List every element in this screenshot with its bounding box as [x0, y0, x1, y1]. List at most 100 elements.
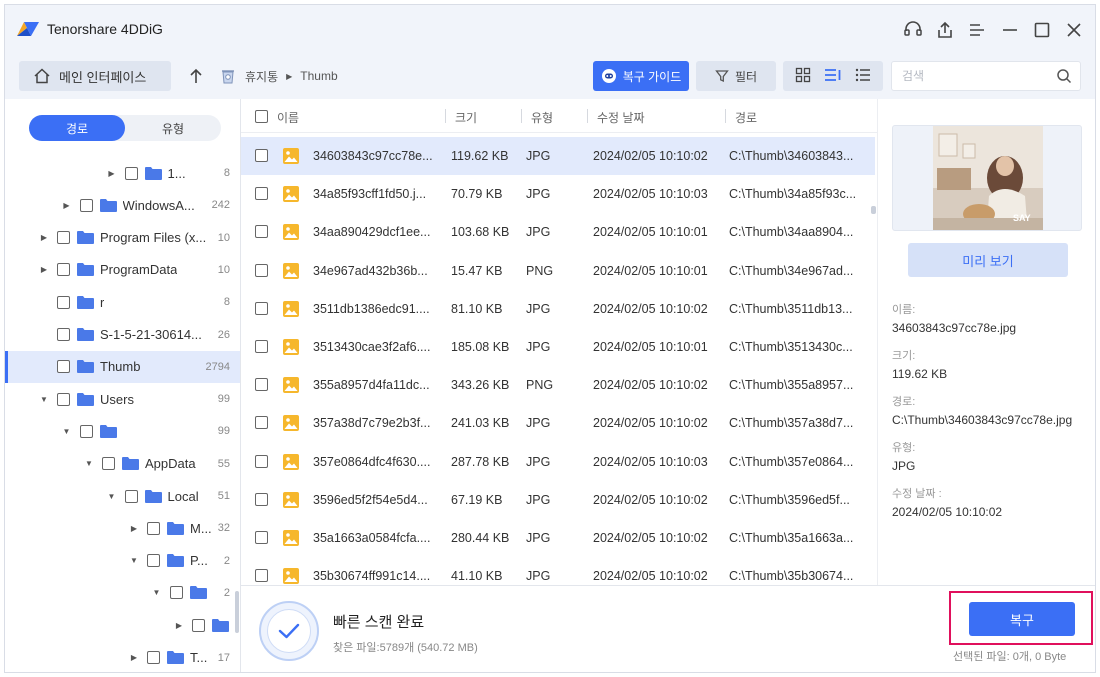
expand-arrow-icon[interactable]: ▶ [129, 523, 139, 533]
list-view-icon[interactable] [855, 67, 871, 86]
row-checkbox[interactable] [255, 378, 268, 392]
tree-item[interactable]: ▼ Local 51 [5, 480, 240, 512]
expand-arrow-icon[interactable]: ▶ [39, 233, 49, 243]
column-divider[interactable] [445, 109, 446, 123]
tree-item[interactable]: ▶ M... 32 [5, 512, 240, 544]
row-checkbox[interactable] [255, 225, 268, 239]
tree-item-checkbox[interactable] [147, 554, 160, 568]
row-checkbox[interactable] [255, 416, 268, 430]
tree-item-checkbox[interactable] [102, 457, 115, 471]
tree-item-checkbox[interactable] [124, 489, 138, 503]
table-row[interactable]: 357a38d7c79e2b3f... 241.03 KB JPG 2024/02/0… [241, 404, 875, 442]
up-arrow-icon[interactable] [185, 65, 207, 87]
maximize-icon[interactable] [1030, 18, 1054, 42]
tree-item[interactable]: ▼ 99 [5, 415, 240, 447]
tree-item-checkbox[interactable] [57, 295, 70, 309]
tree-item[interactable]: r8 [5, 286, 240, 318]
tree-item[interactable]: Thumb 2794 [5, 350, 240, 383]
collapse-arrow-icon[interactable]: ▼ [152, 588, 162, 598]
expand-arrow-icon[interactable]: ▶ [107, 168, 117, 178]
row-checkbox[interactable] [255, 492, 268, 506]
collapse-arrow-icon[interactable]: ▼ [39, 394, 49, 404]
tree-item-checkbox[interactable] [192, 618, 205, 632]
tree-item-checkbox[interactable] [124, 166, 138, 180]
column-date[interactable]: 수정 날짜 [597, 109, 645, 126]
menu-icon[interactable] [965, 18, 989, 42]
tree-item-checkbox[interactable] [57, 231, 70, 245]
tree-item-checkbox[interactable] [57, 360, 70, 374]
tab-type[interactable]: 유형 [125, 115, 221, 141]
tree-item[interactable]: ▼ P... 2 [5, 545, 240, 577]
row-checkbox[interactable] [255, 454, 268, 468]
file-list-scrollbar[interactable] [871, 206, 876, 214]
tree-item-checkbox[interactable] [57, 392, 70, 406]
breadcrumb-item-recycle-bin[interactable]: 휴지통 [245, 68, 278, 85]
home-button[interactable]: 메인 인터페이스 [19, 61, 171, 91]
table-row[interactable]: 35b30674ff991c14.... 41.10 KB JPG 2024/02/0… [241, 557, 875, 585]
tree-item-checkbox[interactable] [147, 651, 160, 664]
column-divider[interactable] [521, 109, 522, 123]
tree-item[interactable]: ▶ T... 17 [5, 642, 240, 673]
column-size[interactable]: 크기 [455, 109, 477, 126]
expand-arrow-icon[interactable]: ▶ [129, 653, 139, 663]
column-name[interactable]: 이름 [277, 109, 299, 126]
tree-item[interactable]: ▶ ProgramData 10 [5, 254, 240, 286]
row-checkbox[interactable] [255, 301, 268, 315]
detail-view-icon[interactable] [824, 67, 842, 86]
tree-item[interactable]: S-1-5-21-30614... 26 [5, 319, 240, 351]
row-checkbox[interactable] [255, 263, 268, 277]
table-row[interactable]: 35a1663a0584fcfa.... 280.44 KB JPG 2024/02/… [241, 519, 875, 557]
table-row[interactable]: 34603843c97cc78e... 119.62 KB JPG 2024/02/0… [241, 137, 875, 175]
close-icon[interactable] [1062, 18, 1086, 42]
filter-button[interactable]: 필터 [696, 61, 776, 91]
expand-arrow-icon[interactable]: ▶ [39, 265, 49, 275]
select-all-checkbox[interactable] [255, 110, 268, 123]
collapse-arrow-icon[interactable]: ▼ [129, 556, 139, 566]
tree-item[interactable]: ▶ 1... 8 [5, 157, 240, 189]
tab-path[interactable]: 경로 [29, 115, 125, 141]
column-divider[interactable] [587, 109, 588, 123]
table-row[interactable]: 3511db1386edc91.... 81.10 KB JPG 2024/02/05… [241, 290, 875, 328]
collapse-arrow-icon[interactable]: ▼ [84, 459, 94, 469]
support-icon[interactable] [901, 18, 925, 42]
tree-item[interactable]: ▶ Program Files (x... 10 [5, 222, 240, 254]
tree-item[interactable]: ▶ WindowsA... 242 [5, 189, 240, 221]
column-type[interactable]: 유형 [531, 109, 553, 126]
recover-button[interactable]: 복구 [969, 602, 1075, 636]
row-checkbox[interactable] [255, 340, 268, 353]
tree-item-checkbox[interactable] [79, 198, 93, 212]
expand-arrow-icon[interactable]: ▶ [62, 200, 72, 210]
tree-item-checkbox[interactable] [57, 328, 70, 341]
table-row[interactable]: 34e967ad432b36b... 15.47 KB PNG 2024/02/05 … [241, 252, 875, 290]
row-checkbox[interactable] [255, 531, 268, 544]
tree-item[interactable]: ▼ Users 99 [5, 383, 240, 415]
table-row[interactable]: 3513430cae3f2af6.... 185.08 KB JPG 2024/02/… [241, 328, 875, 366]
row-checkbox[interactable] [255, 187, 268, 201]
row-checkbox[interactable] [255, 569, 268, 583]
table-row[interactable]: 355a8957d4fa11dc... 343.26 KB PNG 2024/02/0… [241, 366, 875, 404]
grid-view-icon[interactable] [795, 67, 811, 86]
tree-item-checkbox[interactable] [79, 424, 93, 438]
tree-item[interactable]: ▶ [5, 609, 240, 641]
preview-button[interactable]: 미리 보기 [908, 243, 1068, 277]
tree-item-checkbox[interactable] [169, 586, 183, 600]
table-row[interactable]: 357e0864dfc4f630.... 287.78 KB JPG 2024/02/… [241, 443, 875, 481]
breadcrumb-item-thumb[interactable]: Thumb [300, 69, 337, 83]
column-divider[interactable] [725, 109, 726, 123]
search-input[interactable] [892, 62, 1042, 90]
search-icon[interactable] [1056, 68, 1072, 84]
minimize-icon[interactable] [998, 18, 1022, 42]
tree-scrollbar[interactable] [235, 591, 239, 633]
tree-item[interactable]: ▼ AppData 55 [5, 448, 240, 480]
table-row[interactable]: 3596ed5f2f54e5d4... 67.19 KB JPG 2024/02/05… [241, 481, 875, 519]
table-row[interactable]: 34aa890429dcf1ee... 103.68 KB JPG 2024/02/0… [241, 213, 875, 251]
collapse-arrow-icon[interactable]: ▼ [107, 491, 117, 501]
tree-item[interactable]: ▼ 2 [5, 577, 240, 609]
row-checkbox[interactable] [255, 149, 268, 162]
table-row[interactable]: 34a85f93cff1fd50.j... 70.79 KB JPG 2024/02/… [241, 175, 875, 213]
column-path[interactable]: 경로 [735, 109, 757, 126]
expand-arrow-icon[interactable]: ▶ [174, 620, 184, 630]
share-icon[interactable] [933, 18, 957, 42]
recovery-guide-button[interactable]: 복구 가이드 [593, 61, 689, 91]
tree-item-checkbox[interactable] [57, 263, 70, 277]
